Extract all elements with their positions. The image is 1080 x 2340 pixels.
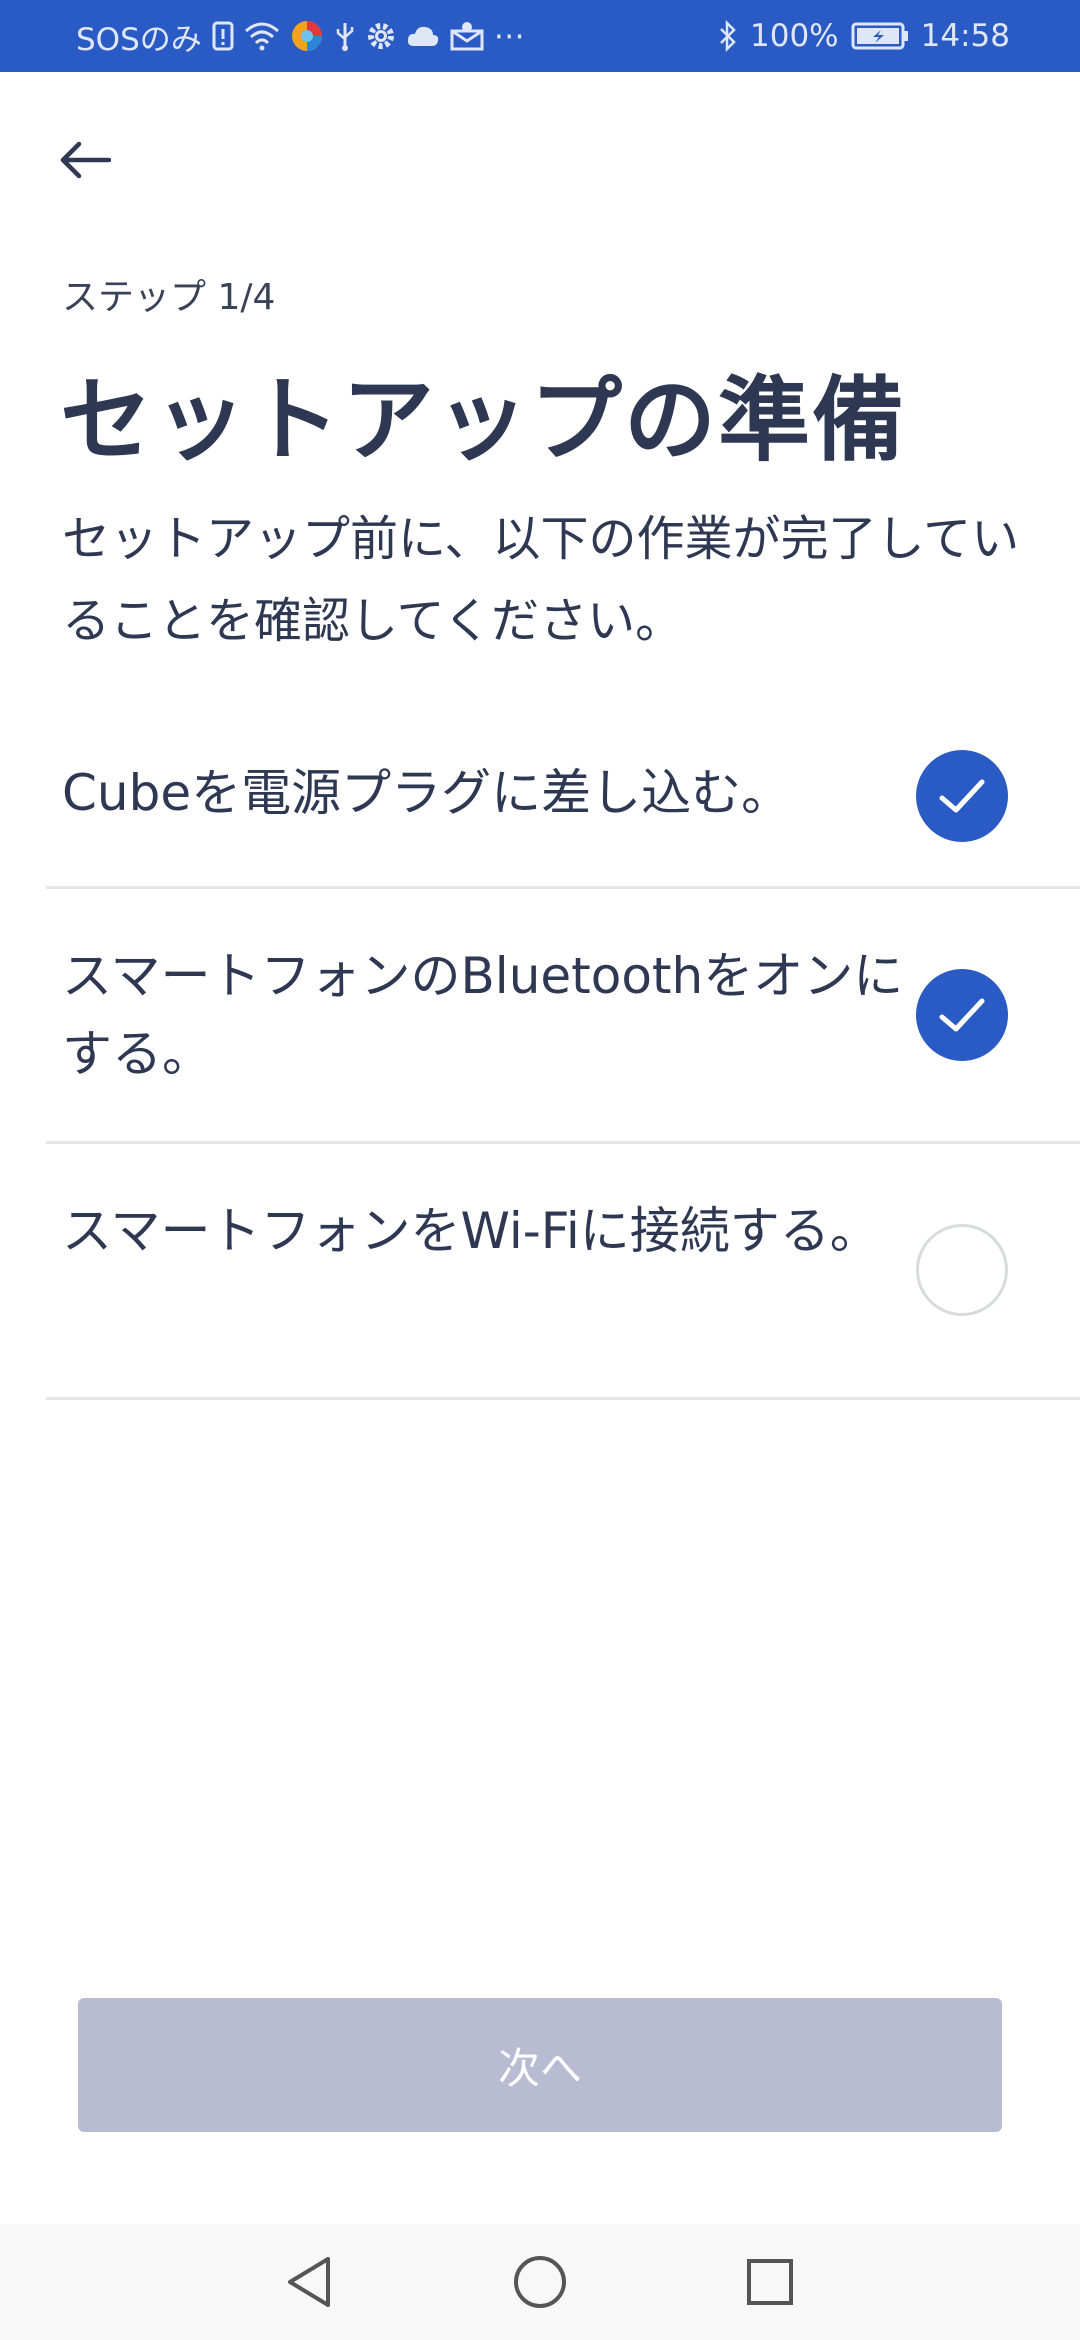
checklist-item-power[interactable]: Cubeを電源プラグに差し込む。	[46, 700, 1080, 889]
sim-alert-icon	[212, 21, 234, 51]
home-circle-icon	[514, 2256, 566, 2308]
page-title: セットアップの準備	[60, 367, 907, 474]
back-button[interactable]	[52, 128, 116, 192]
browser-icon	[290, 19, 324, 53]
checkbox-unchecked[interactable]	[916, 1224, 1008, 1316]
checklist-item-label: Cubeを電源プラグに差し込む。	[62, 764, 792, 822]
mail-icon	[450, 21, 484, 51]
checklist-item-bluetooth[interactable]: スマートフォンのBluetoothをオンにする。	[46, 889, 1080, 1144]
checkmark-icon	[939, 779, 985, 813]
page-subtitle: セットアップ前に、以下の作業が完了していることを確認してください。	[62, 511, 1020, 649]
clock: 14:58	[920, 18, 1010, 54]
step-indicator: ステップ 1/4	[62, 277, 276, 318]
checklist-item-label: スマートフォンのBluetoothをオンにする。	[62, 947, 904, 1083]
next-button[interactable]: 次へ	[78, 1998, 1002, 2132]
nav-back-button[interactable]	[277, 2250, 341, 2314]
battery-charging-icon	[851, 21, 909, 51]
battery-percent: 100%	[750, 18, 839, 54]
arrow-left-icon	[60, 141, 111, 179]
status-bar-left: SOSのみ ⋯	[76, 0, 525, 72]
bluetooth-icon	[718, 20, 738, 52]
usb-icon	[334, 21, 356, 51]
more-icon: ⋯	[493, 18, 525, 54]
status-bar: SOSのみ ⋯ 100% 14:58	[0, 0, 1080, 72]
cloud-icon	[406, 24, 440, 48]
checklist-item-wifi[interactable]: スマートフォンをWi-Fiに接続する。	[46, 1144, 1080, 1400]
checkbox-checked[interactable]	[916, 969, 1008, 1061]
back-triangle-icon	[288, 2257, 330, 2307]
checkbox-checked[interactable]	[916, 750, 1008, 842]
recents-square-icon	[747, 2259, 793, 2305]
status-bar-right: 100% 14:58	[718, 0, 1010, 72]
nav-home-button[interactable]	[508, 2250, 572, 2314]
checklist-item-label: スマートフォンをWi-Fiに接続する。	[62, 1202, 880, 1260]
wifi-icon	[244, 21, 280, 51]
settings-icon	[366, 21, 396, 51]
checkmark-icon	[939, 998, 985, 1032]
nav-recents-button[interactable]	[738, 2250, 802, 2314]
carrier-text: SOSのみ	[76, 21, 202, 58]
system-nav-bar	[0, 2224, 1080, 2340]
